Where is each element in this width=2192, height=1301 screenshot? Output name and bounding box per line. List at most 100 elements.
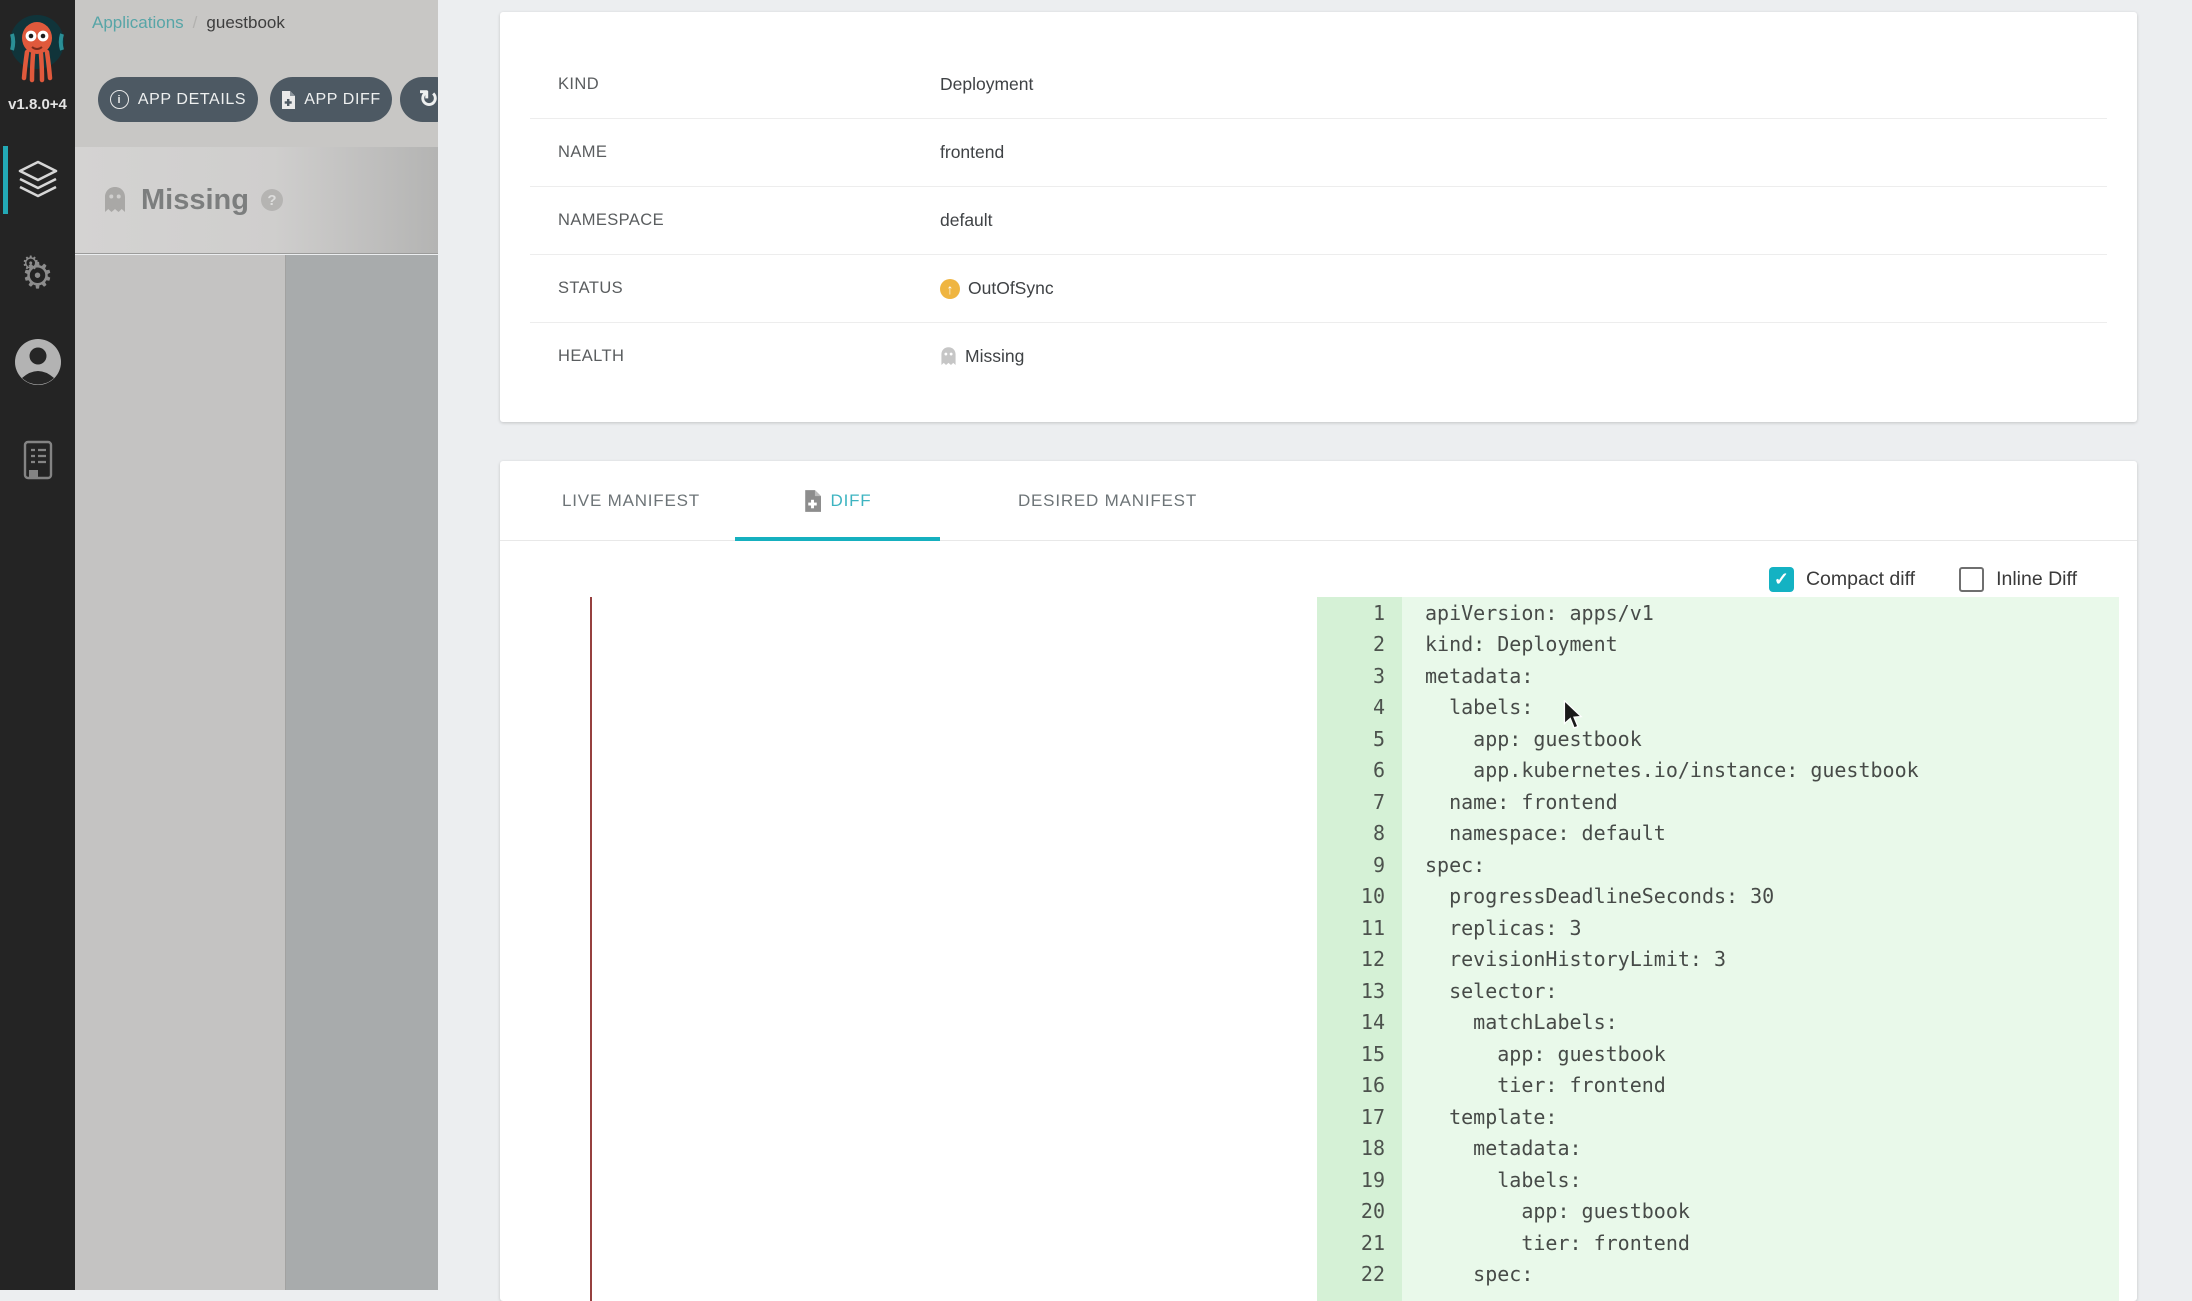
app-health-status: Missing [141,184,249,217]
compact-diff-option[interactable]: ✓ Compact diff [1769,567,1915,592]
field-value: Deployment [940,74,1033,95]
diff-line: 20 app: guestbook [1317,1196,2119,1228]
manifest-card: LIVE MANIFEST DIFF DESIRED MANIFEST ✓ Co… [500,461,2137,1301]
diff-line-text: apiVersion: apps/v1 [1425,601,1654,625]
diff-line-text: namespace: default [1425,821,1666,845]
diff-line-text: name: frontend [1425,790,1618,814]
tab-desired-manifest[interactable]: DESIRED MANIFEST [940,461,1275,541]
sidebar-item-docs[interactable] [0,428,75,492]
resource-fields: KIND Deployment NAME frontend NAMESPACE … [500,51,2137,390]
sidebar-item-user[interactable] [0,330,75,394]
diff-line-text: app: guestbook [1425,1042,1666,1066]
diff-line: 2kind: Deployment [1317,629,2119,661]
refresh-icon: ↻ [419,85,438,114]
layers-icon [15,157,61,203]
tab-label: DIFF [831,491,872,511]
diff-added-pane: 1 apiVersion: apps/v1 2kind: Deployment 3 me… [1317,597,2119,1301]
diff-line: 9spec: [1317,849,2119,881]
app-health-banner-dimmed: Missing ? [75,147,438,254]
diff-line-text: replicas: 3 [1425,916,1582,940]
diff-line: 17 template: [1317,1101,2119,1133]
diff-line-number: 18 [1317,1136,1402,1160]
tab-label: DESIRED MANIFEST [1018,491,1197,511]
sidebar-item-applications[interactable] [0,148,75,212]
diff-line-number: 14 [1317,1010,1402,1034]
diff-removed-pane-border [590,597,592,1301]
app-diff-label: APP DIFF [304,91,381,109]
field-value: default [940,210,993,231]
diff-line: 3 metadata: [1317,660,2119,692]
diff-line-text: labels: [1425,1168,1582,1192]
inline-diff-option[interactable]: Inline Diff [1959,567,2077,592]
diff-line: 7 name: frontend [1317,786,2119,818]
tab-live-manifest[interactable]: LIVE MANIFEST [526,461,736,541]
app-details-label: APP DETAILS [138,91,246,109]
diff-line: 14 matchLabels: [1317,1007,2119,1039]
diff-line-number: 7 [1317,790,1402,814]
gears-icon: ⚙⚙ [21,258,53,294]
app-diff-button[interactable]: APP DIFF [270,77,392,122]
field-row-namespace: NAMESPACE default [530,187,2107,255]
status-text: OutOfSync [968,278,1054,299]
checkbox-unchecked-icon[interactable] [1959,567,1984,592]
diff-line-number: 1 [1317,601,1402,625]
diff-line-text: labels: [1425,695,1533,719]
file-diff-icon [281,91,295,109]
diff-line-number: 3 [1317,664,1402,688]
page-header-dimmed: Applications / guestbook i APP DETAILS APP… [75,0,438,147]
compact-diff-label: Compact diff [1806,568,1915,591]
diff-line: 18 metadata: [1317,1133,2119,1165]
diff-line-text: selector: [1425,979,1557,1003]
diff-line-text: matchLabels: [1425,1010,1618,1034]
health-text: Missing [965,346,1024,367]
diff-line-number: 12 [1317,947,1402,971]
diff-line-number: 9 [1317,853,1402,877]
diff-line-text: app: guestbook [1425,727,1642,751]
field-label: STATUS [558,279,623,298]
sidebar-item-settings[interactable]: ⚙⚙ [0,244,75,308]
diff-line-number: 21 [1317,1231,1402,1255]
diff-line-number: 5 [1317,727,1402,751]
manifest-tabs: LIVE MANIFEST DIFF DESIRED MANIFEST [500,461,2137,541]
version-label: v1.8.0+4 [0,96,75,113]
info-icon: i [110,90,129,109]
diff-line: 22 spec: [1317,1259,2119,1291]
breadcrumb-separator: / [193,13,198,32]
out-of-sync-icon: ↑ [940,279,960,299]
diff-line-number: 8 [1317,821,1402,845]
field-row-name: NAME frontend [530,119,2107,187]
breadcrumb-applications-link[interactable]: Applications [92,13,184,32]
ghost-icon [103,186,127,214]
diff-line-text: metadata: [1425,664,1533,688]
diff-line-number: 11 [1317,916,1402,940]
diff-line-text: template: [1425,1105,1557,1129]
sync-refresh-button[interactable]: ↻ [400,77,438,122]
resource-summary-card: KIND Deployment NAME frontend NAMESPACE … [500,12,2137,422]
ghost-icon [940,346,957,367]
diff-line: 6 app.kubernetes.io/instance: guestbook [1317,755,2119,787]
checkbox-checked-icon[interactable]: ✓ [1769,567,1794,592]
field-value: Missing [940,346,1024,367]
help-icon[interactable]: ? [261,189,283,211]
diff-line: 10 progressDeadlineSeconds: 30 [1317,881,2119,913]
nav-sidebar: v1.8.0+4 ⚙⚙ [0,0,75,1290]
diff-line: 11 replicas: 3 [1317,912,2119,944]
field-value: ↑ OutOfSync [940,278,1054,299]
field-label: HEALTH [558,347,624,366]
diff-line-text: metadata: [1425,1136,1582,1160]
user-icon [13,337,63,387]
diff-line-number: 2 [1317,632,1402,656]
diff-line-text: spec: [1425,1262,1533,1286]
breadcrumb-current: guestbook [206,13,284,32]
file-diff-icon [804,490,821,512]
argo-logo-icon[interactable] [7,12,67,84]
diff-line: 21 tier: frontend [1317,1227,2119,1259]
resource-details-panel: KIND Deployment NAME frontend NAMESPACE … [438,0,2192,1290]
app-details-button[interactable]: i APP DETAILS [98,77,258,122]
diff-line: 12 revisionHistoryLimit: 3 [1317,944,2119,976]
page-background-right-dimmed [286,255,438,1290]
tab-diff[interactable]: DIFF [735,461,940,541]
field-row-status: STATUS ↑ OutOfSync [530,255,2107,323]
diff-line-number: 22 [1317,1262,1402,1286]
diff-line-number: 19 [1317,1168,1402,1192]
